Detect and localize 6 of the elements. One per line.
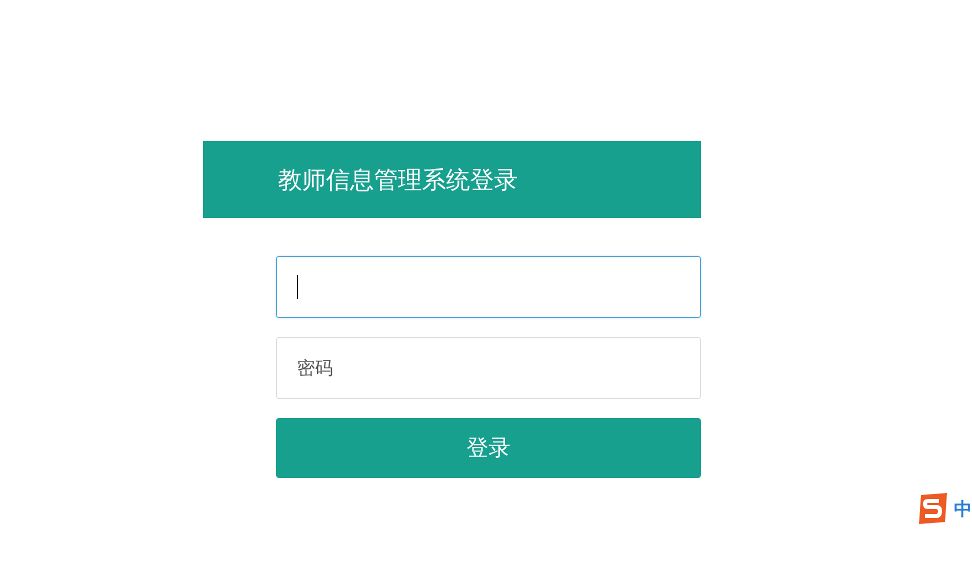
ime-logo-icon[interactable] xyxy=(916,492,950,525)
input-field[interactable] xyxy=(276,256,701,318)
text-caret xyxy=(297,275,298,299)
login-button[interactable]: 登录 xyxy=(276,418,701,478)
ime-mode-label[interactable]: 中 xyxy=(954,496,972,520)
login-title: 教师信息管理系统登录 xyxy=(278,164,518,196)
